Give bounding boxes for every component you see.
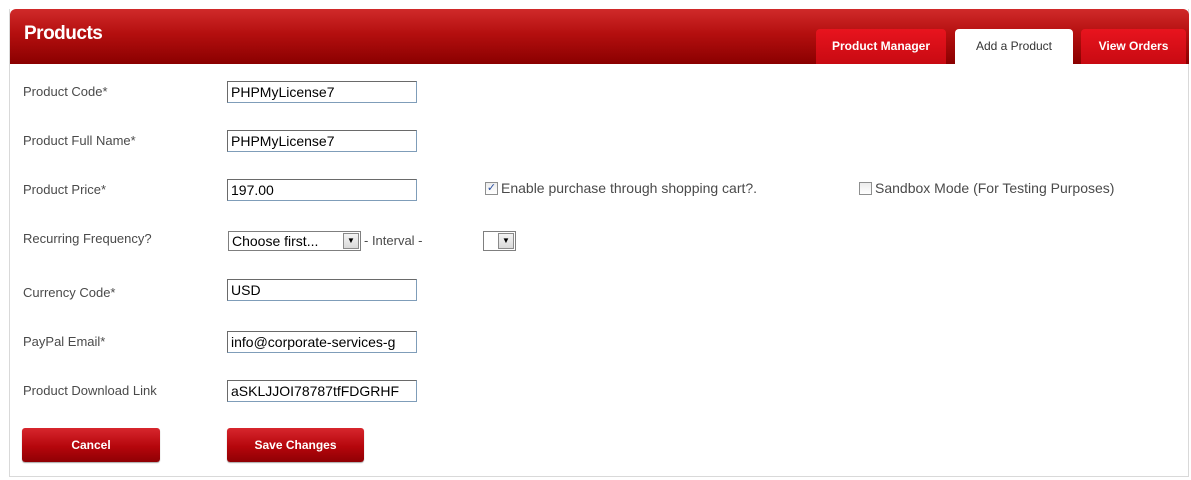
enable-cart-option[interactable]: ✓ Enable purchase through shopping cart?… — [485, 180, 757, 196]
tab-product-manager[interactable]: Product Manager — [816, 29, 946, 64]
product-full-name-label: Product Full Name* — [23, 133, 136, 148]
product-price-input[interactable]: 197.00 — [227, 179, 417, 201]
paypal-email-input[interactable]: info@corporate-services-g — [227, 331, 417, 353]
currency-code-input[interactable]: USD — [227, 279, 417, 301]
sandbox-mode-option[interactable]: Sandbox Mode (For Testing Purposes) — [859, 180, 1114, 196]
paypal-email-label: PayPal Email* — [23, 334, 106, 349]
product-code-input[interactable]: PHPMyLicense7 — [227, 81, 417, 103]
page-title: Products — [24, 23, 103, 44]
chevron-down-icon[interactable]: ▼ — [343, 233, 359, 249]
products-panel: Products Product Manager Add a Product V… — [9, 9, 1189, 477]
product-full-name-input[interactable]: PHPMyLicense7 — [227, 130, 417, 152]
sandbox-mode-label: Sandbox Mode (For Testing Purposes) — [875, 180, 1115, 196]
interval-select[interactable]: ▼ — [483, 231, 516, 251]
cancel-button[interactable]: Cancel — [22, 428, 160, 462]
sandbox-mode-checkbox[interactable] — [859, 181, 872, 195]
tab-add-a-product[interactable]: Add a Product — [955, 29, 1073, 64]
interval-label: - Interval - — [364, 233, 423, 248]
product-download-link-input[interactable]: aSKLJJOI78787tfFDGRHF — [227, 380, 417, 402]
recurring-frequency-value: Choose first... — [232, 233, 319, 249]
recurring-frequency-select[interactable]: Choose first... ▼ — [228, 231, 361, 251]
enable-cart-checkbox[interactable]: ✓ — [485, 181, 498, 195]
recurring-frequency-label: Recurring Frequency? — [23, 231, 152, 246]
product-price-label: Product Price* — [23, 182, 107, 197]
product-download-link-label: Product Download Link — [23, 383, 157, 398]
checkmark-icon: ✓ — [486, 181, 497, 194]
enable-cart-label: Enable purchase through shopping cart?. — [501, 180, 758, 196]
product-code-label: Product Code* — [23, 84, 108, 99]
save-changes-button[interactable]: Save Changes — [227, 428, 364, 462]
chevron-down-icon[interactable]: ▼ — [498, 233, 514, 249]
currency-code-label: Currency Code* — [23, 285, 116, 300]
panel-header: Products Product Manager Add a Product V… — [10, 9, 1189, 64]
tab-view-orders[interactable]: View Orders — [1081, 29, 1186, 64]
